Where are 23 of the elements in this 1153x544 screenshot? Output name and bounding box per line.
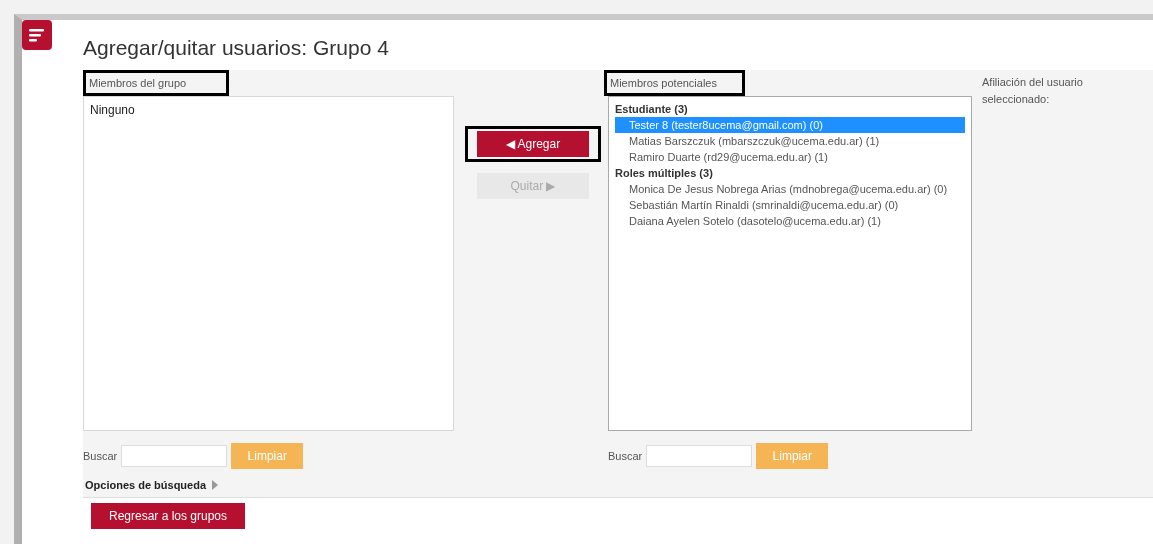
search-field[interactable] [646, 445, 753, 467]
search-options-link[interactable]: Opciones de búsqueda [83, 479, 219, 491]
user-option[interactable]: Daiana Ayelen Sotelo (dasotelo@ucema.edu.ar) (1) [615, 213, 965, 229]
search-label: Buscar [608, 450, 643, 462]
empty-option[interactable]: Ninguno [90, 101, 447, 119]
user-option[interactable]: Ramiro Duarte (rd29@ucema.edu.ar) (1) [615, 149, 965, 165]
group-heading: Estudiante (3) [615, 102, 689, 117]
search-label: Buscar [83, 450, 118, 462]
user-option[interactable]: Sebastián Martín Rinaldi (smrinaldi@ucema.edu.ar) (0) [615, 197, 965, 213]
back-button[interactable]: Regresar a los grupos [91, 503, 245, 529]
user-listbox[interactable]: Ninguno [83, 96, 454, 431]
group-heading: Roles múltiples (3) [615, 166, 714, 181]
menu-icon[interactable] [22, 20, 52, 50]
user-option[interactable]: Matias Barszczuk (mbarszczuk@ucema.edu.ar) (1) [615, 133, 965, 149]
user-option[interactable]: Monica De Jesus Nobrega Arias (mdnobrega@ucema.edu.ar) (0) [615, 181, 965, 197]
search-field[interactable] [121, 445, 228, 467]
add-button[interactable]: ◀ Agregar [477, 131, 589, 157]
caret-icon [212, 480, 219, 490]
user-listbox[interactable] [608, 96, 972, 431]
list-label: Miembros potenciales [604, 70, 745, 96]
affiliation-label: Afiliación del usuario seleccionado: [981, 75, 1084, 107]
list-label: Miembros del grupo [83, 70, 229, 96]
page-title: Agregar/quitar usuarios: Grupo 4 [83, 36, 390, 60]
